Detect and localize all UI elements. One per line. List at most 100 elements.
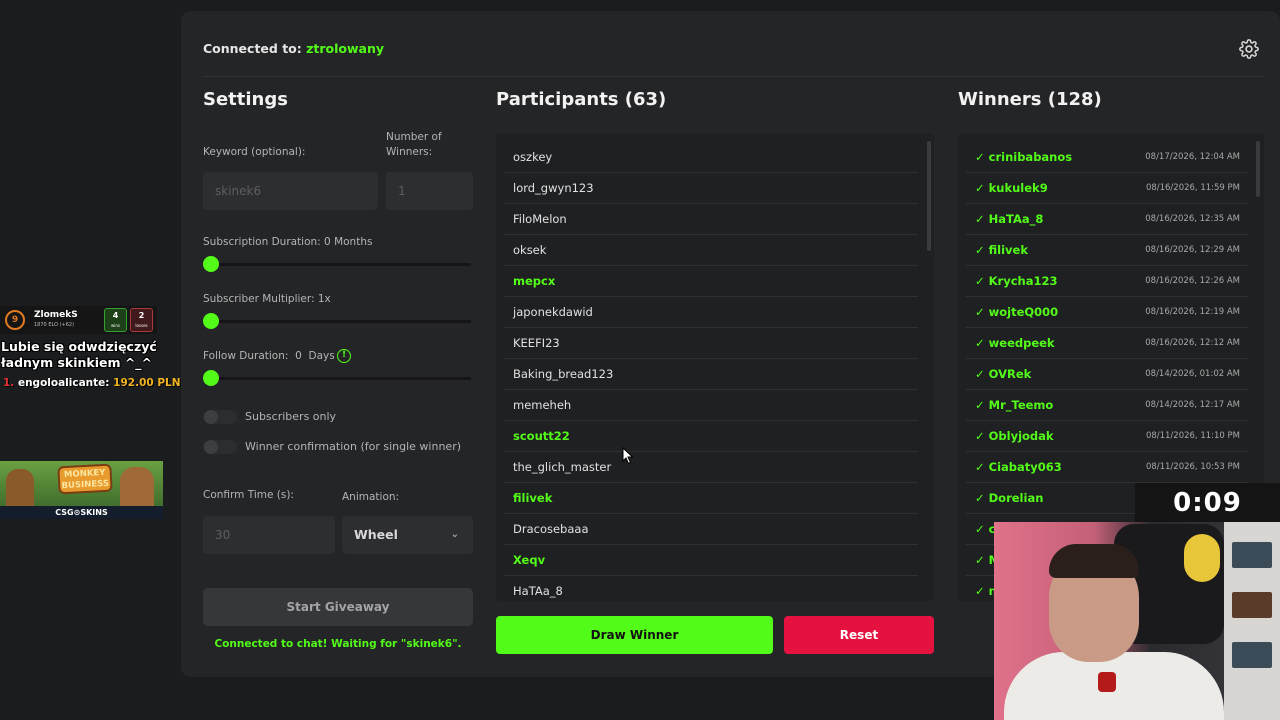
donor-rank: 1. — [3, 377, 15, 389]
toggle-knob — [204, 440, 218, 454]
start-giveaway-button[interactable]: Start Giveaway — [203, 588, 473, 626]
subscriber-multiplier-slider-handle[interactable] — [203, 313, 219, 329]
connected-channel: ztrolowany — [306, 41, 385, 56]
subscribers-only-label: Subscribers only — [245, 410, 337, 423]
follow-duration-track[interactable] — [203, 377, 471, 380]
animation-selected-value: Wheel — [354, 527, 398, 542]
chat-status-text: Connected to chat! Waiting for "skinek6"… — [214, 638, 462, 650]
winner-name: ✓ Mr_Teemo — [975, 398, 1054, 412]
confirm-time-input[interactable]: 30 — [203, 516, 335, 554]
winner-date: 08/11/2026, 11:10 PM — [1145, 431, 1240, 441]
participant-row[interactable]: Baking_bread123 — [504, 359, 918, 390]
participant-row[interactable]: oksek — [504, 235, 918, 266]
follow-duration-unit: Days — [308, 350, 335, 362]
winner-date: 08/14/2026, 12:17 AM — [1145, 400, 1240, 410]
donor-amount: 192.00 PLN — [113, 377, 181, 389]
banner-sponsor-strip: CSG⊙SKINS — [0, 506, 163, 519]
winner-name: ✓ Ciabaty063 — [975, 460, 1062, 474]
shelf-item — [1232, 542, 1272, 568]
webcam-plush — [1184, 534, 1220, 582]
participant-row-highlighted[interactable]: filivek — [504, 483, 918, 514]
gear-icon[interactable] — [1239, 39, 1259, 59]
winner-row[interactable]: ✓ Krycha123 08/16/2026, 12:26 AM — [966, 266, 1248, 297]
winner-name: ✓ weedpeek — [975, 336, 1055, 350]
participant-row[interactable]: FiloMelon — [504, 204, 918, 235]
winner-row[interactable]: ✓ OVRek 08/14/2026, 01:02 AM — [966, 359, 1248, 390]
sponsor-banner: MONKEY BUSINESS CSG⊙SKINS — [0, 461, 163, 519]
subscribers-only-toggle[interactable] — [203, 410, 237, 424]
countdown-timer: 0:09 — [1135, 483, 1280, 523]
header-divider — [203, 76, 1265, 77]
shelf-item — [1232, 592, 1272, 618]
mouse-cursor-icon — [622, 447, 634, 465]
winner-date: 08/16/2026, 11:59 PM — [1145, 183, 1240, 193]
winner-date: 08/17/2026, 12:04 AM — [1145, 152, 1240, 162]
winner-row[interactable]: ✓ filivek 08/16/2026, 12:29 AM — [966, 235, 1248, 266]
follow-duration-slider-handle[interactable] — [203, 370, 219, 386]
winner-name: ✓ OVRek — [975, 367, 1032, 381]
winner-row[interactable]: ✓ HaTAa_8 08/16/2026, 12:35 AM — [966, 204, 1248, 235]
participant-row[interactable]: lord_gwyn123 — [504, 173, 918, 204]
winners-scrollbar[interactable] — [1256, 141, 1260, 197]
winner-name: ✓ Krycha123 — [975, 274, 1058, 288]
faceit-wins: 4 wins — [104, 308, 127, 332]
draw-winner-button[interactable]: Draw Winner — [496, 616, 773, 654]
animation-select[interactable]: Wheel ⌄ — [342, 516, 473, 554]
winner-date: 08/16/2026, 12:19 AM — [1145, 307, 1240, 317]
follow-duration-label: Follow Duration: 0 Days — [203, 350, 335, 362]
settings-title: Settings — [203, 89, 288, 110]
webcam-shelf — [1224, 522, 1280, 720]
winner-row[interactable]: ✓ Ciabaty063 08/11/2026, 10:53 PM — [966, 452, 1248, 483]
winner-date: 08/16/2026, 12:12 AM — [1145, 338, 1240, 348]
participants-list[interactable]: oszkey lord_gwyn123 FiloMelon oksek mepc… — [496, 133, 934, 601]
winner-name: ✓ Oblyjodak — [975, 429, 1054, 443]
winners-count-input[interactable]: 1 — [386, 172, 473, 210]
participants-scrollbar[interactable] — [927, 141, 931, 251]
winners-title: Winners (128) — [958, 89, 1102, 110]
winner-row[interactable]: ✓ crinibabanos 08/17/2026, 12:04 AM — [966, 142, 1248, 173]
winners-count-label-line1: Number of — [386, 131, 442, 143]
winner-date: 08/14/2026, 01:02 AM — [1145, 369, 1240, 379]
participant-row[interactable]: oszkey — [504, 142, 918, 173]
winner-row[interactable]: ✓ weedpeek 08/16/2026, 12:12 AM — [966, 328, 1248, 359]
toggle-knob — [204, 410, 218, 424]
faceit-level-badge: 9 — [5, 310, 25, 330]
winner-name: ✓ filivek — [975, 243, 1028, 257]
connection-prefix: Connected to: — [203, 41, 302, 56]
faceit-losses: 2 losses — [130, 308, 153, 332]
participant-row-highlighted[interactable]: Xeqv — [504, 545, 918, 576]
shelf-item — [1232, 642, 1272, 668]
info-icon[interactable]: ! — [337, 349, 351, 363]
faceit-name: ZlomekS — [34, 310, 78, 320]
participant-row[interactable]: Dracosebaaa — [504, 514, 918, 545]
keyword-input[interactable]: skinek6 — [203, 172, 378, 210]
winner-date: 08/16/2026, 12:35 AM — [1145, 214, 1240, 224]
participant-row[interactable]: japonekdawid — [504, 297, 918, 328]
participant-row-highlighted[interactable]: scoutt22 — [504, 421, 918, 452]
winner-row[interactable]: ✓ kukulek9 08/16/2026, 11:59 PM — [966, 173, 1248, 204]
chevron-down-icon: ⌄ — [450, 529, 459, 540]
subscription-duration-slider-handle[interactable] — [203, 256, 219, 272]
winner-name: ✓ crinibabanos — [975, 150, 1073, 164]
wins-label: wins — [110, 323, 120, 328]
participant-row-highlighted[interactable]: mepcx — [504, 266, 918, 297]
faceit-widget: 9 ZlomekS 1870 ELO (+62) 4 wins 2 losses — [0, 306, 157, 334]
participant-row[interactable]: the_glich_master — [504, 452, 918, 483]
reset-button[interactable]: Reset — [784, 616, 934, 654]
subscription-duration-label: Subscription Duration: 0 Months — [203, 236, 373, 248]
follow-duration-prefix: Follow Duration: — [203, 350, 289, 362]
banner-character-right — [120, 467, 154, 509]
participant-row[interactable]: memeheh — [504, 390, 918, 421]
winner-row[interactable]: ✓ Mr_Teemo 08/14/2026, 12:17 AM — [966, 390, 1248, 421]
subscriber-multiplier-track[interactable] — [203, 320, 471, 323]
winner-row[interactable]: ✓ Oblyjodak 08/11/2026, 11:10 PM — [966, 421, 1248, 452]
winner-name: ✓ kukulek9 — [975, 181, 1048, 195]
winner-date: 08/16/2026, 12:26 AM — [1145, 276, 1240, 286]
participant-row[interactable]: HaTAa_8 — [504, 576, 918, 601]
subscriber-multiplier-label: Subscriber Multiplier: 1x — [203, 293, 331, 305]
winner-row[interactable]: ✓ wojteQ000 08/16/2026, 12:19 AM — [966, 297, 1248, 328]
participant-row[interactable]: KEEFI23 — [504, 328, 918, 359]
subscription-duration-track[interactable] — [203, 263, 471, 266]
winner-confirmation-toggle[interactable] — [203, 440, 237, 454]
faceit-elo: 1870 ELO (+62) — [34, 322, 75, 328]
